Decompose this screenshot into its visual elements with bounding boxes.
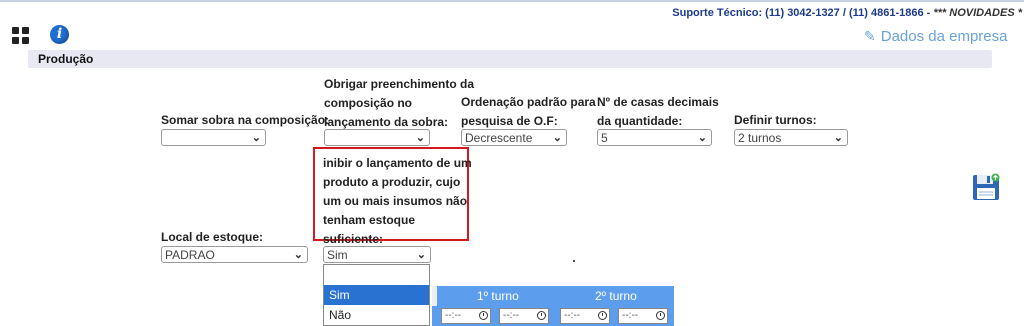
local-estoque-select[interactable]: PADRAO ⌄ (161, 246, 308, 263)
section-title: Produção (38, 52, 94, 66)
obrigar-preenchimento-select[interactable]: ⌄ (324, 129, 430, 146)
casas-decimais-select[interactable]: 5 ⌄ (597, 129, 712, 146)
section-header: Produção (28, 50, 992, 68)
turno-2-header: 2º turno (595, 289, 637, 303)
chevron-down-icon: ⌄ (552, 132, 562, 144)
somar-sobra-label: Somar sobra na composição: (161, 113, 330, 127)
support-bar: Suporte Técnico: (11) 3042-1327 / (11) 4… (672, 7, 1022, 19)
label-line: Obrigar preenchimento da (324, 77, 475, 91)
company-data-link[interactable]: ✎ Dados da empresa (864, 28, 1007, 45)
inibir-lancamento-value: Sim (327, 248, 348, 262)
chevron-down-icon: ⌄ (697, 132, 707, 144)
label-line: Nº de casas decimais (597, 95, 719, 109)
save-floppy-icon[interactable] (972, 173, 1000, 201)
label-line: produto a produzir, cujo (323, 175, 461, 189)
turnos-time-row: --:-- --:-- --:-- --:-- (432, 306, 674, 326)
casas-decimais-value: 5 (601, 131, 608, 145)
dropdown-option-empty[interactable] (324, 265, 429, 285)
chevron-down-icon: ⌄ (833, 132, 843, 144)
label-line: um ou mais insumos não (323, 194, 468, 208)
top-border (0, 0, 1024, 2)
somar-sobra-select[interactable]: ⌄ (161, 129, 266, 146)
chevron-down-icon: ⌄ (251, 132, 261, 144)
turnos-header: 1º turno 2º turno (432, 286, 674, 306)
inibir-lancamento-select[interactable]: Sim ⌄ (323, 246, 431, 263)
novidades-link[interactable]: *** NOVIDADES * (933, 7, 1022, 19)
label-line: inibir o lançamento de um (323, 156, 472, 170)
label-line: composição no (324, 96, 413, 110)
dropdown-option-sim[interactable]: Sim (324, 285, 429, 305)
casas-decimais-label: Nº de casas decimais da quantidade: (597, 93, 719, 131)
chevron-down-icon: ⌄ (415, 132, 425, 144)
header-edge (432, 286, 437, 306)
clock-icon (537, 311, 546, 320)
turno-1-header: 1º turno (477, 289, 519, 303)
definir-turnos-label: Definir turnos: (734, 113, 817, 127)
turno-1-end-time[interactable]: --:-- (499, 308, 549, 324)
local-estoque-value: PADRAO (165, 248, 215, 262)
turno-1-start-time[interactable]: --:-- (441, 308, 491, 324)
time-placeholder: --:-- (564, 310, 581, 321)
clock-icon (598, 311, 607, 320)
company-link-label: Dados da empresa (880, 28, 1008, 45)
ordenacao-padrao-label: Ordenação padrão para pesquisa de O.F: (461, 93, 596, 131)
time-placeholder: --:-- (622, 310, 639, 321)
inibir-lancamento-dropdown: Sim Não (323, 264, 430, 326)
time-placeholder: --:-- (445, 310, 462, 321)
clock-icon (479, 311, 488, 320)
grid-apps-icon[interactable] (12, 27, 30, 45)
turno-2-end-time[interactable]: --:-- (618, 308, 668, 324)
chevron-down-icon: ⌄ (293, 249, 303, 261)
support-text: Suporte Técnico: (11) 3042-1327 / (11) 4… (672, 7, 934, 19)
label-line: Ordenação padrão para (461, 95, 596, 109)
turno-2-start-time[interactable]: --:-- (560, 308, 610, 324)
ordenacao-padrao-value: Decrescente (465, 131, 533, 145)
stray-dot (573, 260, 575, 262)
edit-icon: ✎ (864, 28, 876, 44)
ordenacao-padrao-select[interactable]: Decrescente ⌄ (461, 129, 567, 146)
definir-turnos-value: 2 turnos (738, 131, 782, 145)
local-estoque-label: Local de estoque: (161, 230, 264, 244)
obrigar-preenchimento-label: Obrigar preenchimento da composição no l… (324, 75, 474, 132)
clock-icon (656, 311, 665, 320)
label-line: tenham estoque (323, 213, 416, 227)
chevron-down-icon: ⌄ (416, 249, 426, 261)
info-icon[interactable]: i (50, 25, 69, 44)
dropdown-option-nao[interactable]: Não (324, 305, 429, 325)
inibir-lancamento-label: inibir o lançamento de um produto a prod… (323, 154, 472, 249)
definir-turnos-select[interactable]: 2 turnos ⌄ (734, 129, 848, 146)
time-placeholder: --:-- (503, 310, 520, 321)
